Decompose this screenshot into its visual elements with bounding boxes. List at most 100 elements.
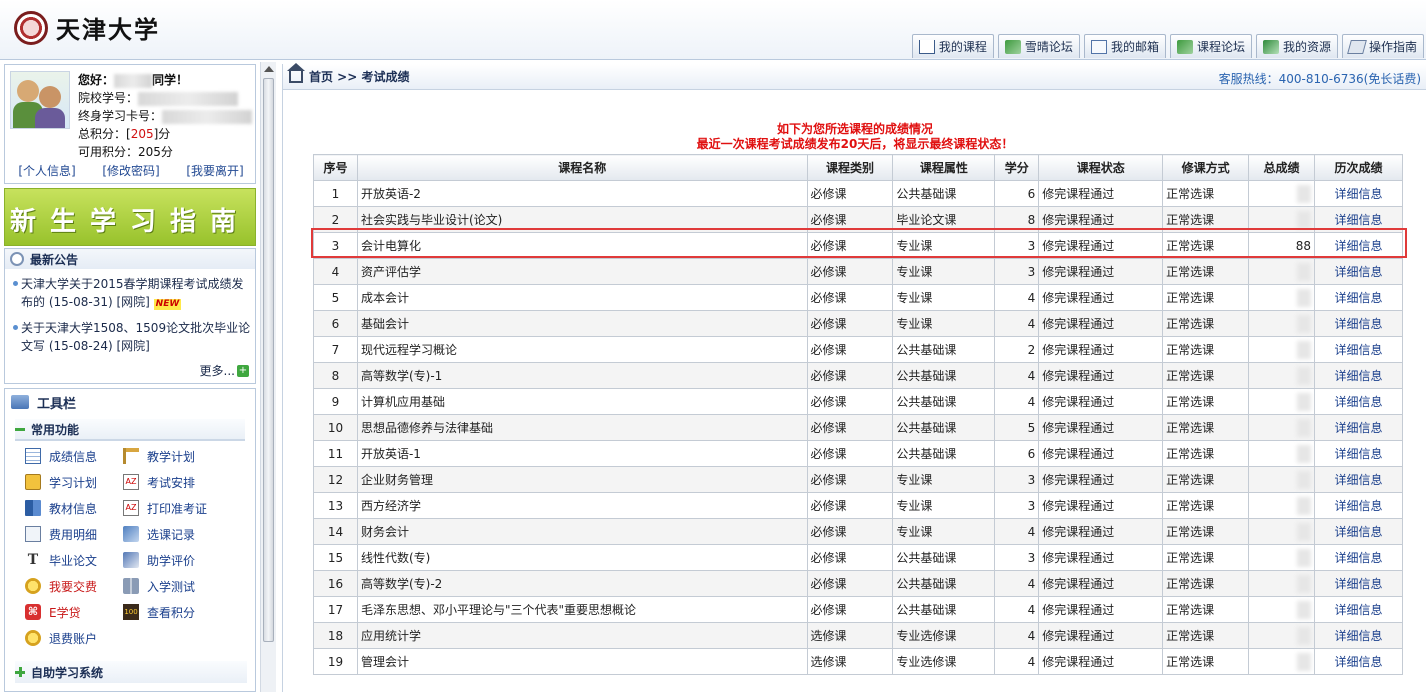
- tool-view-points[interactable]: 100 查看积分: [123, 603, 223, 621]
- total-points-suffix: ]分: [153, 127, 171, 141]
- home-icon: [918, 39, 935, 54]
- tool-study-plan[interactable]: 学习计划: [25, 473, 123, 491]
- col-header: 课程名称: [356, 154, 808, 181]
- left-panel-scrollbar[interactable]: [260, 62, 276, 692]
- clock-icon: [10, 252, 24, 266]
- detail-link[interactable]: 详细信息: [1334, 629, 1382, 643]
- detail-link[interactable]: 详细信息: [1334, 369, 1382, 383]
- tool-refund-account[interactable]: 退费账户: [25, 629, 123, 647]
- cell-cat: 必修课: [806, 518, 894, 545]
- nav-my-resources[interactable]: 我的资源: [1255, 34, 1338, 58]
- detail-cell[interactable]: 详细信息: [1314, 596, 1403, 623]
- logout-link[interactable]: [我要离开]: [186, 162, 243, 179]
- tool-print-admission[interactable]: AZ 打印准考证: [123, 499, 223, 517]
- detail-cell[interactable]: 详细信息: [1314, 440, 1403, 467]
- tool-label: 我要交费: [49, 579, 98, 594]
- tool-teaching-plan[interactable]: 教学计划: [123, 447, 223, 465]
- book-icon: [25, 500, 41, 516]
- tool-textbook-info[interactable]: 教材信息: [25, 499, 123, 517]
- detail-link[interactable]: 详细信息: [1334, 447, 1382, 461]
- detail-link[interactable]: 详细信息: [1334, 265, 1382, 279]
- tool-evaluation[interactable]: 助学评价: [123, 551, 223, 569]
- detail-cell[interactable]: 详细信息: [1314, 284, 1403, 311]
- detail-cell[interactable]: 详细信息: [1314, 466, 1403, 493]
- nav-xueqing-forum[interactable]: 雪晴论坛: [997, 34, 1080, 58]
- tool-e-loan[interactable]: ⌘ E学贷: [25, 603, 123, 621]
- nav-label: 课程论坛: [1196, 40, 1245, 54]
- detail-link[interactable]: 详细信息: [1334, 421, 1382, 435]
- detail-cell[interactable]: 详细信息: [1314, 362, 1403, 389]
- detail-link[interactable]: 详细信息: [1334, 239, 1382, 253]
- detail-link[interactable]: 详细信息: [1334, 291, 1382, 305]
- personal-info-link[interactable]: [个人信息]: [18, 162, 75, 179]
- new-student-guide-banner[interactable]: 新生学习指南: [4, 188, 256, 246]
- left-panel: 您好： 同学！ 院校学号： 终身学习卡号： 总积分：[205]分 可用积分：205…: [4, 64, 256, 692]
- cell-no: 10: [313, 414, 358, 441]
- nav-guide[interactable]: 操作指南: [1341, 34, 1424, 58]
- cell-attr: 专业课: [892, 258, 996, 285]
- detail-cell[interactable]: 详细信息: [1314, 492, 1403, 519]
- detail-link[interactable]: 详细信息: [1334, 603, 1382, 617]
- detail-link[interactable]: 详细信息: [1334, 343, 1382, 357]
- nav-my-courses[interactable]: 我的课程: [911, 34, 994, 58]
- announcements-title: 最新公告: [30, 252, 79, 267]
- detail-cell[interactable]: 详细信息: [1314, 388, 1403, 415]
- announcement-item[interactable]: 关于天津大学1508、1509论文批次毕业论文写 (15-08-24) [网院]: [13, 319, 253, 355]
- detail-cell[interactable]: 详细信息: [1314, 622, 1403, 649]
- announcement-item[interactable]: 天津大学关于2015春学期课程考试成绩发布的 (15-08-31) [网院] N…: [13, 275, 253, 311]
- cell-mode: 正常选课: [1162, 388, 1250, 415]
- detail-cell[interactable]: 详细信息: [1314, 180, 1403, 207]
- tool-fee-details[interactable]: 费用明细: [25, 525, 123, 543]
- detail-link[interactable]: 详细信息: [1334, 551, 1382, 565]
- detail-cell[interactable]: 详细信息: [1314, 648, 1403, 675]
- detail-link[interactable]: 详细信息: [1334, 525, 1382, 539]
- tool-entrance-test[interactable]: 入学测试: [123, 577, 223, 595]
- nav-course-forum[interactable]: 课程论坛: [1169, 34, 1252, 58]
- breadcrumb[interactable]: 首页 >> 考试成绩: [309, 68, 409, 85]
- tool-label: 学习计划: [49, 475, 98, 490]
- tool-course-records[interactable]: 选课记录: [123, 525, 223, 543]
- detail-cell[interactable]: 详细信息: [1314, 232, 1403, 259]
- detail-link[interactable]: 详细信息: [1334, 577, 1382, 591]
- detail-link[interactable]: 详细信息: [1334, 499, 1382, 513]
- detail-link[interactable]: 详细信息: [1334, 213, 1382, 227]
- detail-link[interactable]: 详细信息: [1334, 655, 1382, 669]
- score-cell: [1248, 362, 1315, 389]
- change-password-link[interactable]: [修改密码]: [102, 162, 159, 179]
- detail-link[interactable]: 详细信息: [1334, 473, 1382, 487]
- cell-no: 6: [313, 310, 358, 337]
- detail-cell[interactable]: 详细信息: [1314, 258, 1403, 285]
- total-points-label: 总积分：[: [78, 127, 131, 141]
- tool-exam-schedule[interactable]: AZ 考试安排: [123, 473, 223, 491]
- tool-score-info[interactable]: 成绩信息: [25, 447, 123, 465]
- detail-cell[interactable]: 详细信息: [1314, 570, 1403, 597]
- cell-cat: 必修课: [806, 596, 894, 623]
- detail-link[interactable]: 详细信息: [1334, 395, 1382, 409]
- detail-cell[interactable]: 详细信息: [1314, 206, 1403, 233]
- study-plan-icon: [25, 474, 41, 490]
- common-functions-header[interactable]: 常用功能: [15, 419, 245, 441]
- detail-link[interactable]: 详细信息: [1334, 187, 1382, 201]
- cell-no: 19: [313, 648, 358, 675]
- more-link[interactable]: 更多... +: [200, 362, 249, 379]
- redacted-score: [1297, 496, 1311, 515]
- cell-mode: 正常选课: [1162, 336, 1250, 363]
- detail-cell[interactable]: 详细信息: [1314, 336, 1403, 363]
- scroll-up-icon[interactable]: [264, 66, 274, 72]
- self-study-system-header[interactable]: 自助学习系统: [15, 661, 247, 683]
- detail-cell[interactable]: 详细信息: [1314, 414, 1403, 441]
- nav-my-mailbox[interactable]: 我的邮箱: [1083, 34, 1166, 58]
- detail-cell[interactable]: 详细信息: [1314, 518, 1403, 545]
- greeting-suffix: 同学！: [152, 73, 189, 87]
- logo[interactable]: 天津大学: [14, 10, 160, 45]
- tool-pay-fee[interactable]: 我要交费: [25, 577, 123, 595]
- detail-cell[interactable]: 详细信息: [1314, 310, 1403, 337]
- tool-label: 入学测试: [147, 579, 196, 594]
- scrollbar-thumb[interactable]: [263, 78, 274, 642]
- home-icon[interactable]: [287, 62, 305, 83]
- cell-attr: 毕业论文课: [892, 206, 996, 233]
- cell-cat: 必修课: [806, 544, 894, 571]
- detail-link[interactable]: 详细信息: [1334, 317, 1382, 331]
- tool-thesis[interactable]: T 毕业论文: [25, 551, 123, 569]
- detail-cell[interactable]: 详细信息: [1314, 544, 1403, 571]
